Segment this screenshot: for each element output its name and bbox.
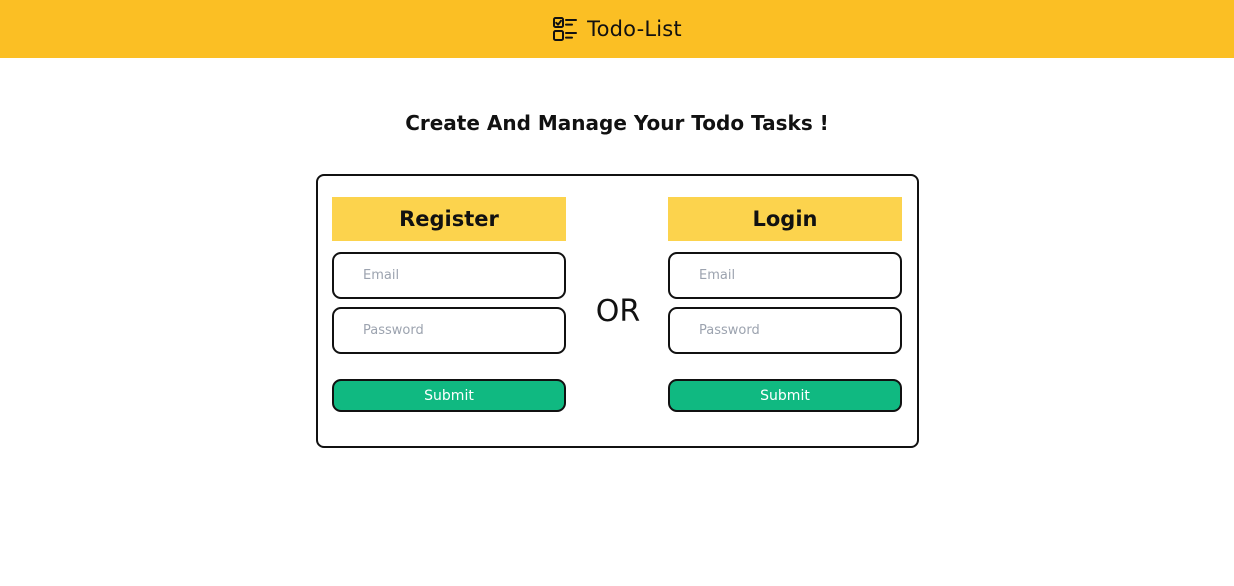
register-email-input[interactable] xyxy=(332,252,566,299)
login-email-input[interactable] xyxy=(668,252,902,299)
register-title: Register xyxy=(332,197,566,241)
page-headline: Create And Manage Your Todo Tasks ! xyxy=(405,111,829,135)
or-divider: OR xyxy=(595,294,641,329)
auth-card: Register Submit OR Login Submit xyxy=(316,174,919,448)
login-submit-button[interactable]: Submit xyxy=(668,379,902,412)
brand[interactable]: Todo-List xyxy=(552,16,682,42)
login-title: Login xyxy=(668,197,902,241)
register-password-input[interactable] xyxy=(332,307,566,354)
register-form: Register Submit xyxy=(332,197,566,412)
login-form: Login Submit xyxy=(668,197,902,412)
login-password-input[interactable] xyxy=(668,307,902,354)
navbar: Todo-List xyxy=(0,0,1234,58)
app-title: Todo-List xyxy=(587,17,682,41)
checklist-icon xyxy=(553,17,578,41)
register-submit-button[interactable]: Submit xyxy=(332,379,566,412)
